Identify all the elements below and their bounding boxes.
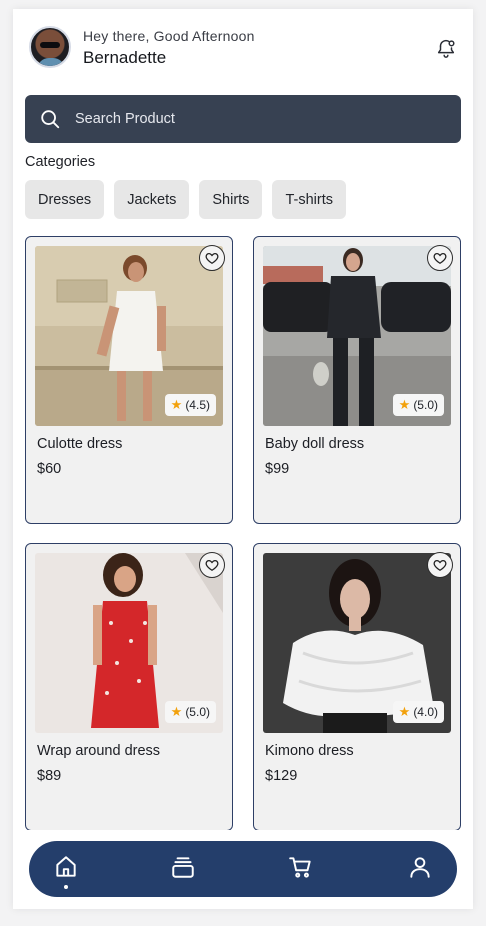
bell-icon[interactable] — [435, 37, 457, 59]
cart-icon[interactable] — [288, 854, 314, 880]
collections-icon[interactable] — [170, 854, 196, 880]
avatar[interactable] — [29, 26, 71, 68]
heart-icon — [433, 252, 447, 265]
rating-badge: ★ (4.0) — [392, 701, 444, 723]
category-chip-dresses[interactable]: Dresses — [25, 180, 105, 219]
product-price: $129 — [265, 768, 298, 784]
bottom-nav — [29, 841, 457, 897]
product-name: Culotte dress — [37, 436, 123, 452]
product-price: $60 — [37, 461, 62, 477]
category-chip-jackets[interactable]: Jackets — [114, 180, 190, 219]
categories-heading: Categories — [25, 154, 96, 170]
star-icon: ★ — [170, 397, 183, 412]
favorite-button[interactable] — [427, 552, 453, 578]
greeting-text: Hey there, Good Afternoon — [83, 28, 255, 44]
search-icon — [41, 110, 60, 129]
search-bar[interactable]: Search Product — [25, 95, 461, 143]
rating-value: (5.0) — [413, 398, 438, 412]
heart-icon — [205, 559, 219, 572]
product-name: Wrap around dress — [37, 743, 161, 759]
active-indicator — [64, 885, 68, 889]
category-chips: Dresses Jackets Shirts T-shirts — [25, 180, 346, 219]
user-name: Bernadette — [83, 48, 167, 67]
rating-badge: ★ (5.0) — [392, 394, 444, 416]
rating-value: (5.0) — [185, 705, 210, 719]
category-chip-shirts[interactable]: Shirts — [199, 180, 263, 219]
rating-badge: ★ (4.5) — [164, 394, 216, 416]
rating-value: (4.0) — [413, 705, 438, 719]
star-icon: ★ — [398, 704, 411, 719]
star-icon: ★ — [170, 704, 183, 719]
product-grid: ★ (4.5) Culotte dress $60 ★ (5.0) Baby d… — [25, 236, 461, 830]
product-price: $99 — [265, 461, 290, 477]
profile-icon[interactable] — [407, 854, 433, 880]
app-screen: Hey there, Good Afternoon Bernadette Sea… — [13, 9, 473, 909]
product-name: Baby doll dress — [265, 436, 365, 452]
product-card[interactable]: ★ (5.0) Wrap around dress $89 — [25, 543, 233, 830]
heart-icon — [205, 252, 219, 265]
product-card[interactable]: ★ (5.0) Baby doll dress $99 — [253, 236, 461, 524]
favorite-button[interactable] — [199, 245, 225, 271]
favorite-button[interactable] — [427, 245, 453, 271]
favorite-button[interactable] — [199, 552, 225, 578]
product-card[interactable]: ★ (4.0) Kimono dress $129 — [253, 543, 461, 830]
product-price: $89 — [37, 768, 62, 784]
home-icon[interactable] — [53, 854, 79, 880]
rating-badge: ★ (5.0) — [164, 701, 216, 723]
rating-value: (4.5) — [185, 398, 210, 412]
search-input[interactable]: Search Product — [75, 111, 175, 127]
product-card[interactable]: ★ (4.5) Culotte dress $60 — [25, 236, 233, 524]
category-chip-tshirts[interactable]: T-shirts — [272, 180, 346, 219]
product-name: Kimono dress — [265, 743, 354, 759]
star-icon: ★ — [398, 397, 411, 412]
heart-icon — [433, 559, 447, 572]
